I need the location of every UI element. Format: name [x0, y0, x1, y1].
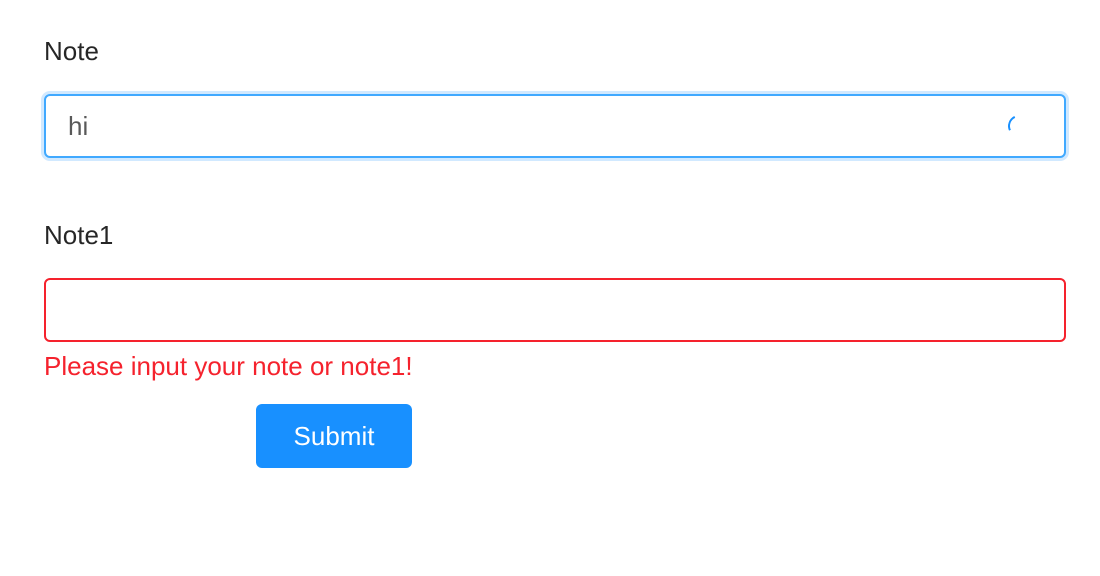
note-form: Note Note1 Please input your note or not…: [0, 0, 1100, 576]
note1-field[interactable]: [44, 278, 1066, 342]
submit-button[interactable]: Submit: [256, 404, 412, 468]
note1-error-message: Please input your note or note1!: [44, 351, 413, 381]
note-input[interactable]: [46, 96, 1064, 156]
note1-input[interactable]: [46, 280, 1064, 340]
note-field[interactable]: [44, 94, 1066, 158]
note1-label: Note1: [44, 220, 114, 250]
note-label: Note: [44, 36, 99, 66]
